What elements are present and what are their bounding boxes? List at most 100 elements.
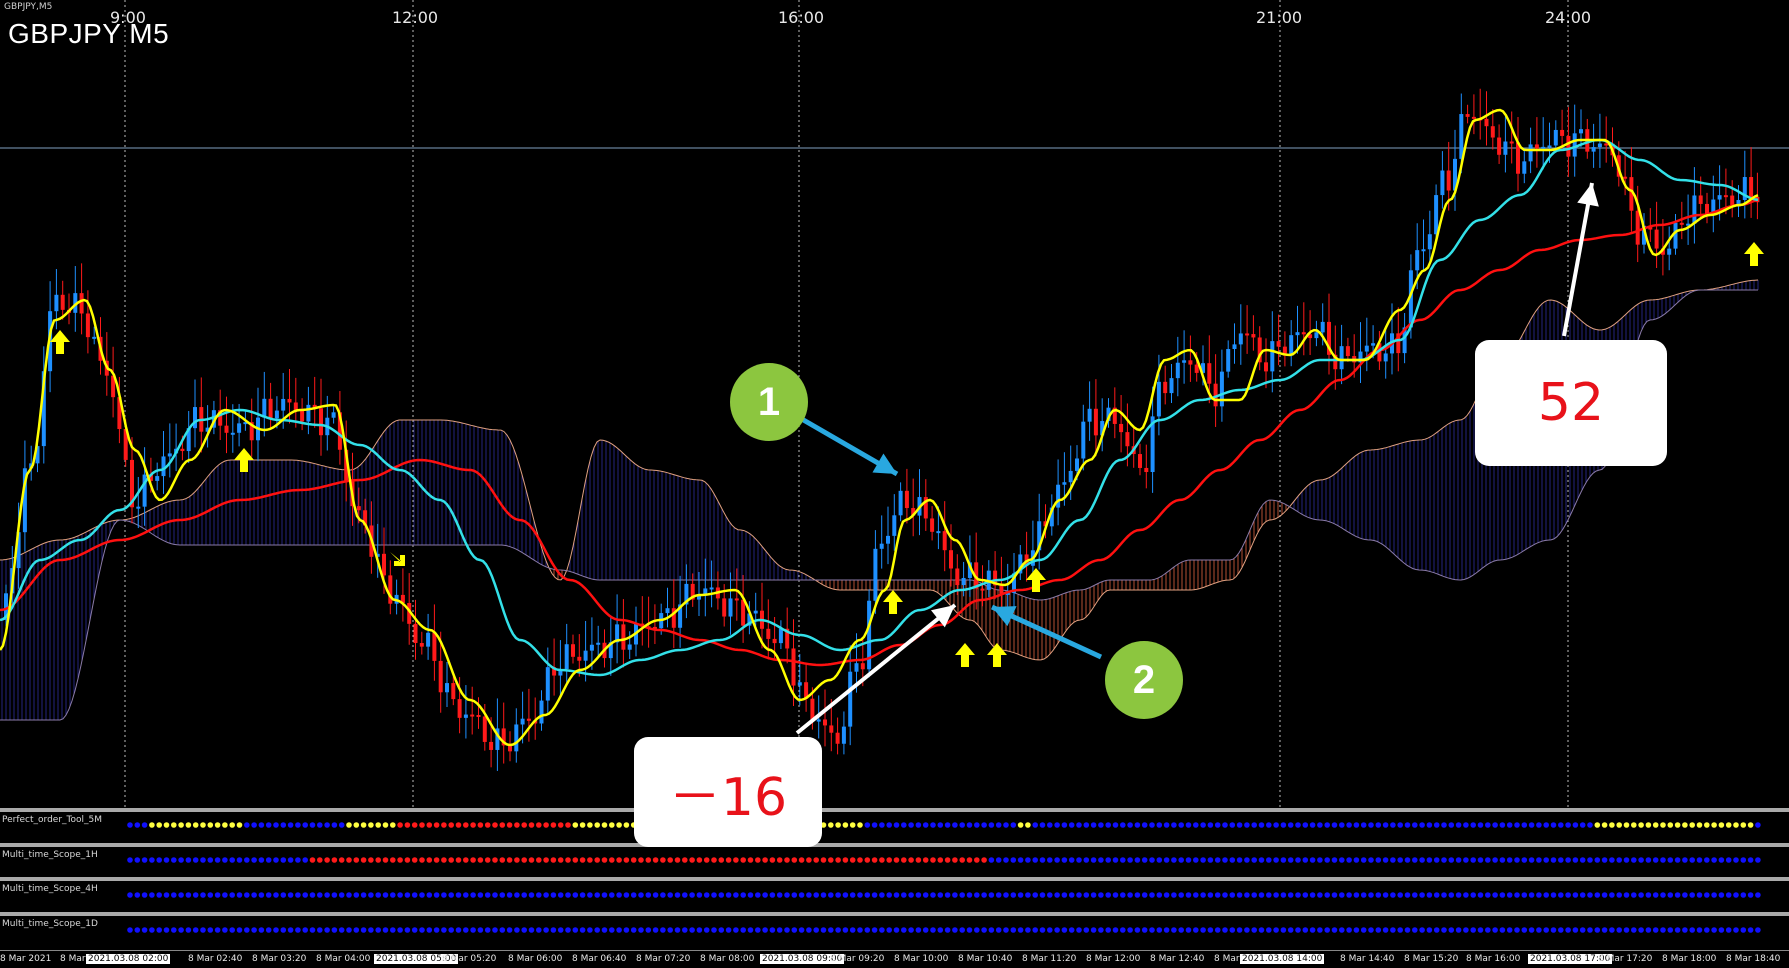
- indicator-dot: [214, 857, 221, 863]
- panel-separator[interactable]: [0, 877, 1789, 881]
- indicator-dot: [382, 927, 389, 933]
- panel-separator[interactable]: [0, 808, 1789, 812]
- indicator-dot: [1025, 822, 1031, 828]
- candle-body: [1056, 484, 1061, 508]
- candle-body: [520, 718, 525, 725]
- indicator-dot: [1492, 927, 1498, 933]
- indicator-dot: [236, 892, 243, 898]
- indicator-dot: [1251, 822, 1257, 828]
- candle-body: [382, 553, 386, 576]
- indicator-dot: [1171, 927, 1177, 933]
- indicator-dot: [908, 822, 914, 828]
- candle-body: [545, 667, 550, 701]
- indicator-dot: [1105, 927, 1111, 933]
- indicator-dot: [879, 927, 885, 933]
- indicator-dot: [470, 857, 476, 863]
- indicator-dot: [1645, 857, 1652, 863]
- indicator-dot: [1061, 892, 1068, 898]
- candle-body: [1635, 210, 1640, 245]
- indicator-dot: [338, 892, 345, 898]
- hour-label: 12:00: [392, 8, 439, 27]
- indicator-dot: [1674, 927, 1681, 933]
- indicator-dot: [1171, 822, 1177, 828]
- indicator-dot: [134, 892, 141, 898]
- indicator-dot: [1704, 892, 1710, 898]
- indicator-dot: [499, 822, 506, 828]
- candle-body: [155, 476, 160, 481]
- indicator-dot: [1178, 857, 1184, 863]
- indicator-dot: [1302, 822, 1309, 828]
- indicator-dot: [360, 927, 367, 933]
- indicator-dot: [1623, 822, 1630, 828]
- indicator-dot: [1572, 822, 1579, 828]
- indicator-dot: [207, 892, 214, 898]
- indicator-dot: [630, 892, 637, 898]
- indicator-dot: [1309, 927, 1316, 933]
- indicator-dot: [1061, 857, 1068, 863]
- indicator-dot: [1740, 857, 1747, 863]
- indicator-dot: [871, 822, 878, 828]
- panel-separator[interactable]: [0, 912, 1789, 916]
- candle-body: [526, 718, 531, 721]
- hour-label: 9:00: [110, 8, 146, 27]
- indicator-dot: [134, 822, 141, 828]
- indicator-dot: [229, 927, 235, 933]
- indicator-dot: [1236, 822, 1243, 828]
- indicator-dot: [1127, 857, 1133, 863]
- candle-body: [904, 490, 909, 509]
- indicator-dot: [1098, 892, 1104, 898]
- indicator-dot: [185, 892, 192, 898]
- indicator-dot: [1565, 822, 1571, 828]
- indicator-dot: [995, 857, 1002, 863]
- indicator-dot: [791, 927, 798, 933]
- candle-body: [1156, 381, 1161, 417]
- indicator-dot: [390, 892, 396, 898]
- time-tick-label: 8 Mar 05:20: [442, 954, 497, 964]
- indicator-dot: [1645, 822, 1652, 828]
- indicator-dot: [1682, 857, 1688, 863]
- indicator-dot: [192, 892, 199, 898]
- candle-body: [1289, 335, 1294, 356]
- indicator-dot: [1733, 822, 1739, 828]
- indicator-dot: [798, 857, 805, 863]
- indicator-dot: [623, 822, 630, 828]
- indicator-dot: [572, 822, 579, 828]
- price-chart[interactable]: [0, 0, 1789, 967]
- indicator-dot: [149, 927, 155, 933]
- indicator-dot: [156, 892, 162, 898]
- indicator-dot: [382, 892, 389, 898]
- indicator-dot: [849, 822, 856, 828]
- indicator-dot: [514, 892, 520, 898]
- indicator-dot: [1309, 857, 1316, 863]
- candle-body: [1238, 333, 1243, 345]
- candle-body: [1667, 248, 1672, 255]
- indicator-dot: [287, 892, 294, 898]
- indicator-dot: [1200, 892, 1206, 898]
- indicator-dot: [1229, 892, 1236, 898]
- indicator-dot: [375, 857, 382, 863]
- indicator-dot: [1017, 892, 1024, 898]
- time-tick-label: 8 Mar 06:00: [508, 954, 563, 964]
- indicator-dot: [514, 927, 520, 933]
- indicator-dot: [1426, 857, 1433, 863]
- indicator-dot: [1455, 822, 1462, 828]
- indicator-dot: [1214, 892, 1221, 898]
- indicator-dot: [1068, 857, 1075, 863]
- candle-body: [1245, 333, 1250, 336]
- indicator-dot: [1521, 892, 1528, 898]
- hour-label: 21:00: [1256, 8, 1303, 27]
- indicator-dot: [214, 892, 221, 898]
- panel-separator[interactable]: [0, 843, 1789, 847]
- candle-body: [1415, 250, 1420, 271]
- indicator-dot: [1317, 892, 1323, 898]
- indicator-dot: [426, 927, 433, 933]
- indicator-dot: [660, 857, 666, 863]
- indicator-dot: [1419, 892, 1425, 898]
- indicator-dot: [747, 857, 754, 863]
- indicator-dot: [1441, 927, 1447, 933]
- indicator-dot: [1273, 822, 1279, 828]
- indicator-dot: [1039, 857, 1046, 863]
- candle-body: [1251, 334, 1256, 338]
- indicator-dot: [1528, 857, 1535, 863]
- indicator-dot: [273, 822, 279, 828]
